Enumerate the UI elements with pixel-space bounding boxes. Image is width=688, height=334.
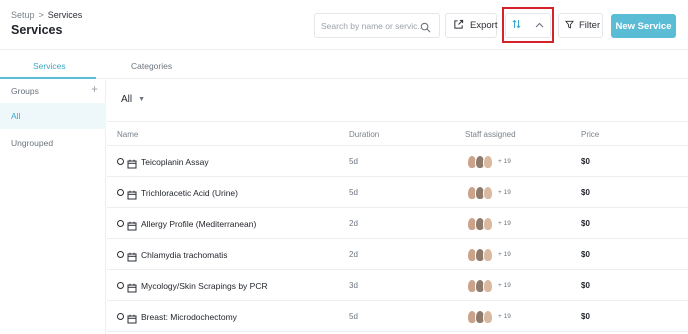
service-price: $0	[581, 157, 590, 166]
service-duration: 2d	[349, 219, 358, 228]
row-radio[interactable]	[117, 220, 124, 227]
column-header-name[interactable]: Name	[117, 130, 138, 139]
active-tab-indicator	[0, 77, 96, 79]
service-duration: 3d	[349, 281, 358, 290]
breadcrumb-setup[interactable]: Setup	[11, 10, 35, 20]
table-row[interactable]: Breast: Microdochectomy 5d + 19 $0	[107, 301, 688, 332]
staff-more-count: + 19	[498, 251, 511, 258]
search-placeholder: Search by name or servic...	[321, 21, 421, 31]
group-select[interactable]: All ▼	[121, 94, 145, 105]
tab-categories[interactable]: Categories	[131, 61, 172, 71]
service-name: Chlamydia trachomatis	[141, 250, 228, 260]
export-icon	[453, 19, 464, 33]
export-label: Export	[470, 20, 498, 31]
service-price: $0	[581, 188, 590, 197]
service-price: $0	[581, 250, 590, 259]
filter-label: Filter	[579, 20, 601, 31]
groups-sidebar: Groups + All Ungrouped	[0, 80, 106, 334]
avatar	[483, 310, 493, 324]
tab-bar: Services Categories	[0, 51, 688, 79]
service-duration: 5d	[349, 157, 358, 166]
table-row[interactable]: Mycology/Skin Scrapings by PCR 3d + 19 $…	[107, 270, 688, 301]
service-duration: 2d	[349, 250, 358, 259]
service-name: Breast: Microdochectomy	[141, 312, 237, 322]
row-radio[interactable]	[117, 251, 124, 258]
avatar	[483, 186, 493, 200]
services-panel: All ▼ Name Duration Staff assigned Price…	[107, 80, 688, 334]
row-radio[interactable]	[117, 313, 124, 320]
table-header: Name Duration Staff assigned Price	[107, 121, 688, 146]
breadcrumb: Setup > Services	[11, 10, 82, 20]
staff-more-count: + 19	[498, 189, 511, 196]
search-icon	[420, 20, 431, 38]
staff-avatars	[467, 310, 493, 324]
service-name: Teicoplanin Assay	[141, 157, 209, 167]
service-name: Mycology/Skin Scrapings by PCR	[141, 281, 268, 291]
tab-services[interactable]: Services	[33, 61, 66, 71]
service-price: $0	[581, 219, 590, 228]
service-price: $0	[581, 281, 590, 290]
row-radio[interactable]	[117, 158, 124, 165]
staff-avatars	[467, 279, 493, 293]
sidebar-item-ungrouped[interactable]: Ungrouped	[0, 130, 106, 156]
service-name: Allergy Profile (Mediterranean)	[141, 219, 257, 229]
breadcrumb-separator: >	[38, 10, 44, 20]
service-duration: 5d	[349, 312, 358, 321]
staff-more-count: + 19	[498, 158, 511, 165]
table-row[interactable]: Trichloracetic Acid (Urine) 5d + 19 $0	[107, 177, 688, 208]
staff-avatars	[467, 186, 493, 200]
table-row[interactable]: Teicoplanin Assay 5d + 19 $0	[107, 146, 688, 177]
add-group-icon[interactable]: +	[91, 82, 98, 96]
service-name: Trichloracetic Acid (Urine)	[141, 188, 238, 198]
staff-more-count: + 19	[498, 313, 511, 320]
calendar-icon	[127, 249, 137, 267]
staff-avatars	[467, 248, 493, 262]
breadcrumb-current: Services	[47, 10, 83, 20]
filter-button[interactable]: Filter	[558, 13, 603, 38]
row-radio[interactable]	[117, 282, 124, 289]
page-title: Services	[11, 23, 63, 37]
column-header-price[interactable]: Price	[581, 130, 599, 139]
calendar-icon	[127, 156, 137, 174]
groups-heading: Groups	[11, 86, 39, 96]
export-button[interactable]: Export	[445, 13, 497, 38]
staff-avatars	[467, 217, 493, 231]
column-header-duration[interactable]: Duration	[349, 130, 379, 139]
avatar	[483, 217, 493, 231]
row-radio[interactable]	[117, 189, 124, 196]
sidebar-item-all[interactable]: All	[0, 103, 106, 129]
column-header-staff[interactable]: Staff assigned	[465, 130, 516, 139]
group-select-value: All	[121, 94, 133, 105]
table-row[interactable]: Allergy Profile (Mediterranean) 2d + 19 …	[107, 208, 688, 239]
filter-icon	[564, 20, 575, 32]
staff-avatars	[467, 155, 493, 169]
calendar-icon	[127, 218, 137, 236]
caret-down-icon: ▼	[138, 96, 146, 103]
avatar	[483, 279, 493, 293]
calendar-icon	[127, 280, 137, 298]
service-price: $0	[581, 312, 590, 321]
avatar	[483, 155, 493, 169]
service-duration: 5d	[349, 188, 358, 197]
page-header: Setup > Services Services Search by name o…	[0, 0, 688, 50]
staff-more-count: + 19	[498, 282, 511, 289]
calendar-icon	[127, 187, 137, 205]
search-input[interactable]: Search by name or servic...	[314, 13, 440, 38]
table-row[interactable]: Chlamydia trachomatis 2d + 19 $0	[107, 239, 688, 270]
staff-more-count: + 19	[498, 220, 511, 227]
avatar	[483, 248, 493, 262]
highlight-box	[502, 7, 554, 43]
new-service-button[interactable]: New Service	[611, 14, 676, 38]
calendar-icon	[127, 311, 137, 329]
